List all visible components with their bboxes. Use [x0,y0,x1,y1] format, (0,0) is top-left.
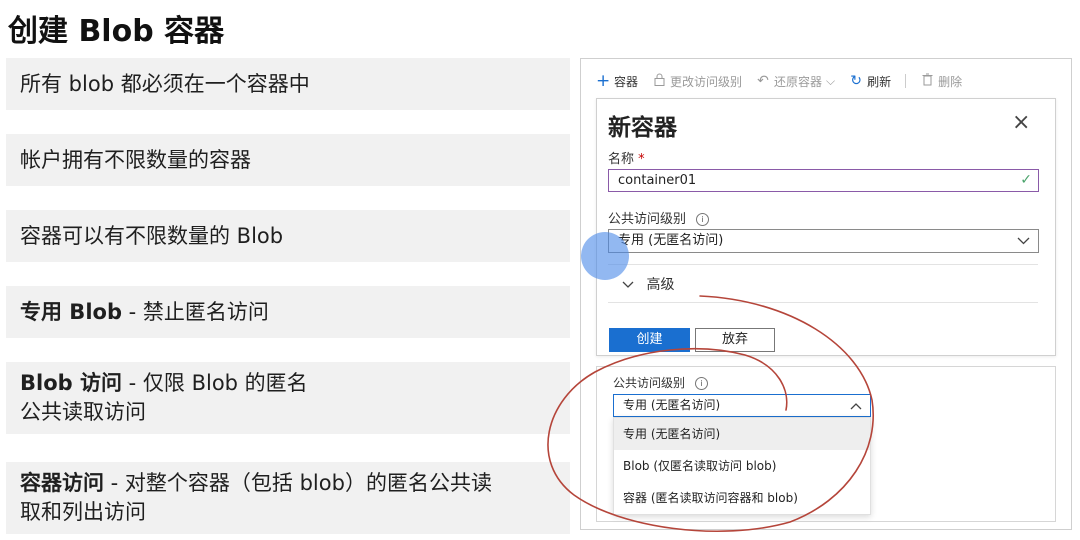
bullet-bold: 专用 Blob [20,299,122,324]
close-icon[interactable]: × [1012,110,1030,135]
bullet-6: 容器访问 - 对整个容器（包括 blob）的匿名公共读取和列出访问 [6,462,570,534]
cursor-highlight [581,232,629,280]
advanced-toggle[interactable]: 高级 [622,274,674,294]
checkmark-icon: ✓ [1020,172,1032,188]
create-button[interactable]: 创建 [609,328,690,352]
refresh-icon: ↻ [850,73,863,89]
change-access-level-button[interactable]: 更改访问级别 [652,73,742,90]
dropdown-option-private[interactable]: 专用 (无匿名访问) [614,418,870,450]
lock-icon [652,73,666,90]
chevron-down-icon: ⌵ [826,73,836,88]
section-divider [608,302,1038,303]
dropdown-option-container[interactable]: 容器 (匿名读取访问容器和 blob) [614,482,870,514]
slide-title: 创建 Blob 容器 [8,14,225,49]
access-level-label: 公共访问级别 i [613,374,708,391]
discard-button[interactable]: 放弃 [695,328,775,352]
bullet-text: - 禁止匿名访问 [121,299,269,324]
chevron-down-icon [622,277,638,293]
trash-icon [920,73,934,90]
bullet-1: 所有 blob 都必须在一个容器中 [6,58,570,110]
plus-icon: + [596,71,611,91]
dropdown-option-blob[interactable]: Blob (仅匿名读取访问 blob) [614,450,870,482]
info-icon: i [694,377,708,390]
bullet-2: 帐户拥有不限数量的容器 [6,134,570,186]
undo-icon: ↶ [757,73,769,89]
bullet-text: 容器可以有不限数量的 Blob [20,223,284,248]
required-mark: * [638,152,645,167]
access-level-select-open[interactable]: 专用 (无匿名访问) [613,394,871,417]
delete-button[interactable]: 删除 [920,73,962,90]
bullet-bold: 容器访问 [20,471,104,495]
bullet-bold: Blob 访问 [20,371,122,395]
access-level-dropdown: 专用 (无匿名访问) Blob (仅匿名读取访问 blob) 容器 (匿名读取访… [613,417,871,515]
bullet-text: 所有 blob 都必须在一个容器中 [20,71,310,96]
container-name-input[interactable]: container01 ✓ [608,169,1039,192]
container-toolbar: + 容器 更改访问级别 ↶ 还原容器 ⌵ ↻ 刷新 删除 [596,66,1056,96]
refresh-button[interactable]: ↻ 刷新 [849,73,891,90]
bullet-text-line2: 取和列出访问 [20,500,146,524]
bullet-text: - 仅限 Blob 的匿名 [121,371,308,395]
access-level-label: 公共访问级别 i [608,208,710,227]
bullet-text: 帐户拥有不限数量的容器 [20,147,251,172]
bullet-text-line2: 公共读取访问 [20,400,146,424]
bullet-5: Blob 访问 - 仅限 Blob 的匿名公共读取访问 [6,362,570,434]
access-level-select[interactable]: 专用 (无匿名访问) [608,229,1039,253]
info-icon: i [696,213,710,226]
chevron-down-icon [1017,230,1030,252]
bullet-4: 专用 Blob - 禁止匿名访问 [6,286,570,338]
dialog-title: 新容器 [608,115,677,141]
bullet-text: - 对整个容器（包括 blob）的匿名公共读 [104,471,492,495]
add-container-button[interactable]: + 容器 [596,71,638,91]
toolbar-divider [905,74,907,88]
bullet-3: 容器可以有不限数量的 Blob [6,210,570,262]
chevron-up-icon [850,395,862,416]
restore-container-button[interactable]: ↶ 还原容器 ⌵ [756,73,835,90]
name-label: 名称 * [608,152,645,167]
section-divider [608,264,1038,265]
